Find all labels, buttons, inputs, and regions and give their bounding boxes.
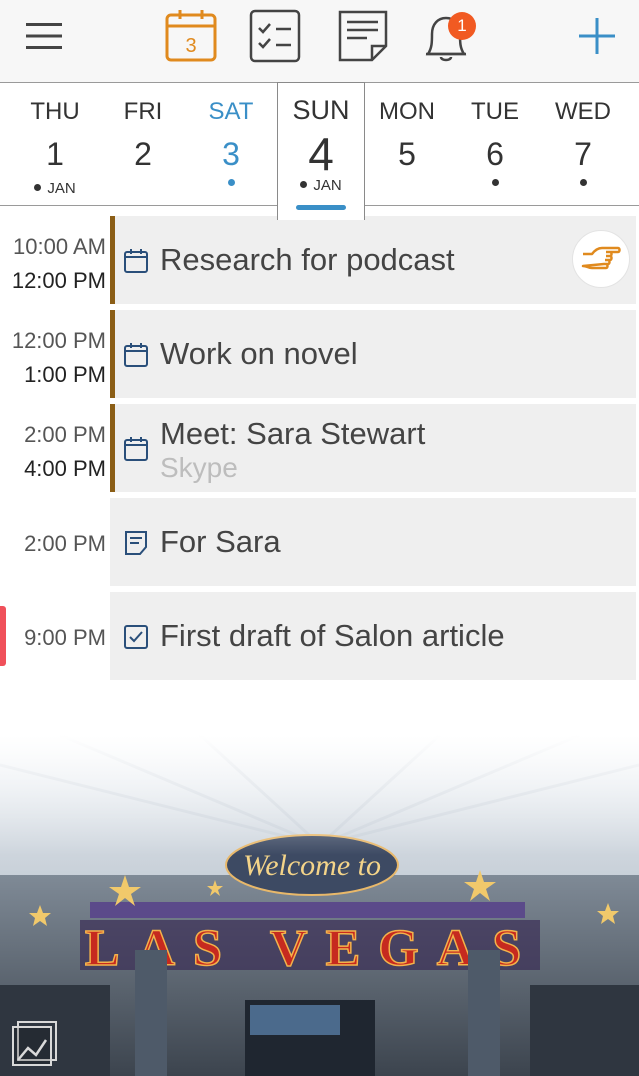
agenda-item[interactable]: 10:00 AM 12:00 PM Research for podcast <box>0 216 639 304</box>
hand-pointer-icon <box>581 246 621 270</box>
event-card[interactable]: Meet: Sara Stewart Skype <box>115 404 636 492</box>
week-strip: THU 1 JAN FRI 2 SAT 3 SUN 4 JAN MON 5 TU… <box>0 82 639 220</box>
event-end-time: 4:00 PM <box>24 456 106 481</box>
task-card[interactable]: First draft of Salon article <box>110 592 636 680</box>
day-number: 3 <box>222 136 240 172</box>
note-title: For Sara <box>160 524 281 559</box>
hand-pointer-button[interactable] <box>572 230 630 288</box>
event-card[interactable]: Work on novel <box>115 310 636 398</box>
day-tue[interactable]: TUE 6 <box>451 84 539 206</box>
event-card[interactable]: Research for podcast <box>115 216 636 304</box>
event-title: Meet: Sara Stewart <box>160 416 426 451</box>
event-start-time: 2:00 PM <box>24 422 106 447</box>
day-name: SUN <box>292 95 350 125</box>
selected-day-indicator <box>296 205 346 210</box>
day-number: 1 <box>46 136 64 172</box>
note-card[interactable]: For Sara <box>110 498 636 586</box>
event-title: Work on novel <box>160 336 358 371</box>
tasks-view-button[interactable] <box>247 8 303 64</box>
menu-icon <box>26 23 62 49</box>
day-fri[interactable]: FRI 2 <box>99 84 187 206</box>
event-location: Skype <box>160 452 238 483</box>
event-dot <box>580 179 587 186</box>
day-number: 2 <box>134 136 152 172</box>
event-dot <box>492 179 499 186</box>
agenda-item[interactable]: 9:00 PM First draft of Salon article <box>0 592 639 680</box>
event-start-time: 12:00 PM <box>11 328 106 353</box>
task-time: 9:00 PM <box>24 625 106 650</box>
menu-button[interactable] <box>16 8 72 64</box>
task-title: First draft of Salon article <box>160 618 505 653</box>
day-name: TUE <box>471 98 519 125</box>
day-number: 4 <box>308 128 334 180</box>
event-end-time: 12:00 PM <box>11 268 106 293</box>
day-name: MON <box>379 98 435 125</box>
day-sun-selected[interactable]: SUN 4 JAN <box>277 82 365 220</box>
day-wed[interactable]: WED 7 <box>539 84 627 206</box>
notifications-button[interactable]: 1 <box>418 8 476 64</box>
calendar-event-icon <box>124 343 148 367</box>
day-month: JAN <box>278 177 364 194</box>
event-start-time: 10:00 AM <box>13 234 106 259</box>
day-sat[interactable]: SAT 3 <box>187 84 275 206</box>
day-name: SAT <box>208 98 254 125</box>
event-title: Research for podcast <box>160 242 455 277</box>
calendar-event-icon <box>124 437 148 461</box>
add-button[interactable] <box>569 8 625 64</box>
toolbar: 3 1 <box>0 0 639 83</box>
day-number: 6 <box>486 136 504 172</box>
task-checkbox-icon[interactable] <box>123 624 149 650</box>
agenda-item[interactable]: 12:00 PM 1:00 PM Work on novel <box>0 310 639 398</box>
note-icon <box>125 531 147 555</box>
calendar-event-icon <box>124 249 148 273</box>
day-thu[interactable]: THU 1 JAN <box>11 84 99 206</box>
change-photo-icon[interactable] <box>10 1018 60 1068</box>
note-time: 2:00 PM <box>24 531 106 556</box>
day-number: 5 <box>398 136 416 172</box>
day-name: WED <box>555 98 611 125</box>
day-month: JAN <box>11 180 99 197</box>
photo-fade <box>0 735 639 855</box>
notification-badge: 1 <box>448 12 476 40</box>
calendar-icon-date: 3 <box>185 35 196 57</box>
notes-view-button[interactable] <box>335 8 391 64</box>
agenda-item[interactable]: 2:00 PM For Sara <box>0 498 639 586</box>
day-name: FRI <box>123 98 163 125</box>
agenda-item[interactable]: 2:00 PM 4:00 PM Meet: Sara Stewart Skype <box>0 404 639 492</box>
event-end-time: 1:00 PM <box>24 362 106 387</box>
event-dot <box>228 179 235 186</box>
add-icon <box>579 18 615 54</box>
notes-icon <box>338 10 388 62</box>
header-photo: Welcome to LAS VEGAS <box>0 735 639 1076</box>
calendar-view-button[interactable]: 3 <box>163 8 219 64</box>
day-number: 7 <box>574 136 592 172</box>
calendar-icon: 3 <box>165 10 217 62</box>
day-name: THU <box>30 98 80 125</box>
tasks-icon <box>249 9 301 63</box>
day-mon[interactable]: MON 5 <box>363 84 451 206</box>
